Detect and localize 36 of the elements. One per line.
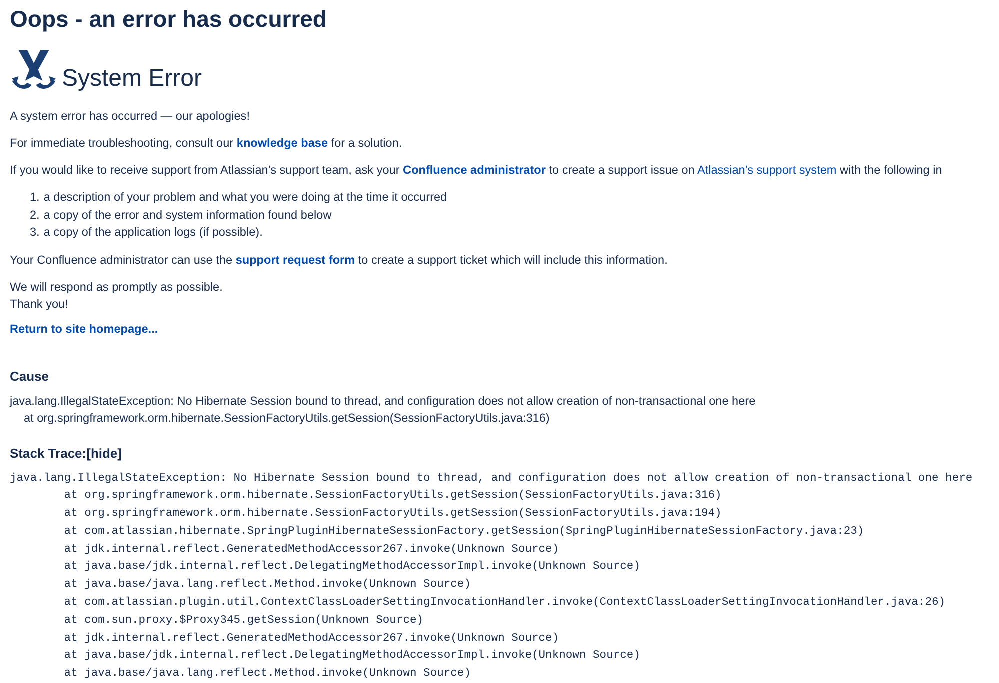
- cause-text: at org.springframework.orm.hibernate.SessionFactoryUtils.getSession(SessionFactoryUtils.java:316): [23, 410, 551, 426]
- paragraph: If you would like to receive support from Atlassian's support team, ask your Confluence administrator to create a support issue on Atlassian's support system with the following in: [10, 162, 944, 179]
- stack-trace-line: at java.base/jdk.internal.reflect.DelegatingMethodAccessorImpl.invoke(Unknown Source): [63, 560, 642, 576]
- link[interactable]: Atlassian's support system: [697, 163, 837, 177]
- list-item: a description of your problem and what you were doing at the time it occurred: [44, 189, 448, 206]
- section-title: Stack Trace:: [10, 444, 87, 462]
- stack-trace-line: at jdk.internal.reflect.GeneratedMethodAccessor267.invoke(Unknown Source): [63, 542, 560, 558]
- stack-trace-line: at jdk.internal.reflect.GeneratedMethodAccessor267.invoke(Unknown Source): [63, 632, 560, 647]
- paragraph: A system error has occurred — our apologies!: [10, 108, 251, 125]
- link[interactable]: Confluence administrator: [403, 163, 546, 177]
- stack-trace-line: java.lang.IllegalStateException: No Hibernate Session bound to thread, and configuration does not allow creation of non-transactional one here: [10, 472, 974, 486]
- hide-toggle[interactable]: [hide]: [86, 444, 122, 462]
- paragraph: For immediate troubleshooting, consult our knowledge base for a solution.: [10, 135, 404, 152]
- stack-trace-line: at java.base/java.lang.reflect.Method.invoke(Unknown Source): [63, 666, 472, 682]
- stack-trace-line: at com.atlassian.plugin.util.ContextClassLoaderSettingInvocationHandler.invoke(ContextClassLoaderSettingInvocationHandler.java:26): [63, 596, 947, 612]
- page-title: Oops - an error has occurred: [10, 5, 328, 34]
- list-number: 1.: [30, 189, 40, 206]
- stack-trace-line: at org.springframework.orm.hibernate.SessionFactoryUtils.getSession(SessionFactoryUtils.java:316): [63, 488, 723, 504]
- return-link[interactable]: Return to site homepage...: [10, 320, 158, 338]
- list-item: a copy of the application logs (if possible).: [44, 224, 263, 241]
- stack-trace-line: at com.sun.proxy.$Proxy345.getSession(Unknown Source): [63, 614, 425, 629]
- stack-trace-line: at java.base/java.lang.reflect.Method.invoke(Unknown Source): [63, 578, 472, 594]
- link[interactable]: support request form: [236, 252, 356, 266]
- section-title: Cause: [10, 368, 50, 384]
- list-number: 2.: [30, 206, 40, 224]
- heading: System Error: [62, 64, 202, 94]
- list-item: a copy of the error and system information found below: [44, 206, 332, 224]
- paragraph: Your Confluence administrator can use the support request form to create a support ticket which will include this information.: [10, 252, 669, 268]
- cause-text: java.lang.IllegalStateException: No Hibernate Session bound to thread, and configuration does not allow creation of non-transactional one here: [10, 392, 757, 410]
- closing-text: We will respond as promptly as possible.: [10, 278, 224, 296]
- stack-trace-line: at com.atlassian.hibernate.SpringPluginHibernateSessionFactory.getSession(SpringPluginHibernateSessionFactory.java:23): [63, 524, 866, 540]
- list-number: 3.: [30, 224, 40, 241]
- stack-trace-line: at java.base/jdk.internal.reflect.DelegatingMethodAccessorImpl.invoke(Unknown Source): [63, 648, 642, 664]
- stack-trace-line: at org.springframework.orm.hibernate.SessionFactoryUtils.getSession(SessionFactoryUtils.java:194): [63, 506, 723, 522]
- closing-text: Thank you!: [10, 296, 70, 312]
- link[interactable]: knowledge base: [236, 136, 328, 150]
